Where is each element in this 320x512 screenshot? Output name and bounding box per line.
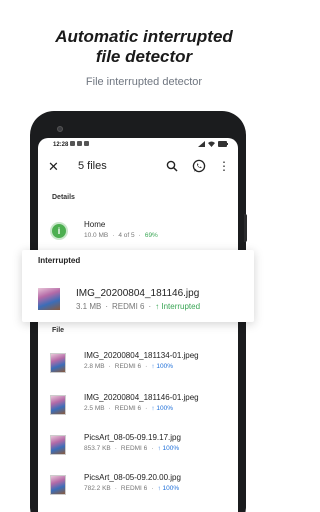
meta-separator: ·: [114, 485, 117, 492]
details-label: Details: [52, 194, 75, 201]
file-size: 853.7 KB: [84, 445, 111, 452]
file-name: PicsArt_08-05-09.19.17.jpg: [84, 433, 181, 442]
home-row[interactable]: i Home 10.0 MB · 4 of 5 · 69%: [50, 220, 230, 244]
file-thumbnail: [50, 395, 66, 415]
battery-icon: [218, 141, 228, 147]
phone-screen: 12:28 ✕ 5 files ⋮ Details i Home 10.0 MB…: [38, 138, 238, 512]
hero-subtitle: File interrupted detector: [85, 76, 203, 88]
file-row[interactable]: IMG_20200804_181134-01.jpeg 2.8 MB · RED…: [50, 351, 230, 375]
app-bar: ✕ 5 files ⋮: [38, 154, 238, 180]
status-bar: 12:28: [38, 138, 238, 152]
status-time: 12:28: [53, 142, 69, 148]
file-section-label: File: [52, 327, 65, 334]
file-status: ↑ 100%: [157, 445, 180, 452]
file-thumbnail: [50, 435, 66, 455]
hero-title-line1: Automatic interrupted: [55, 27, 233, 46]
file-device: REDMI 6: [120, 445, 148, 452]
file-device: REDMI 6: [120, 485, 148, 492]
file-status: ↑ 100%: [151, 363, 173, 370]
interrupted-file-thumbnail: [38, 288, 60, 310]
meta-separator: ·: [108, 363, 111, 370]
app-bar-title: 5 files: [78, 160, 107, 172]
file-name: IMG_20200804_181134-01.jpeg: [84, 351, 199, 360]
interrupted-card[interactable]: Interrupted IMG_20200804_181146.jpg 3.1 …: [22, 250, 254, 322]
hero-title-line2: file detector: [95, 47, 193, 66]
file-device: REDMI 6: [114, 363, 142, 370]
meta-separator: ·: [148, 302, 152, 311]
notification-icons: [70, 141, 89, 146]
whatsapp-icon[interactable]: [192, 159, 206, 173]
file-row[interactable]: PicsArt_08-05-09.19.17.jpg 853.7 KB · RE…: [50, 433, 230, 457]
meta-separator: ·: [108, 405, 111, 412]
camera-icon: [57, 126, 63, 132]
file-name: IMG_20200804_181146-01.jpeg: [84, 393, 199, 402]
file-status: ↑ 100%: [157, 485, 180, 492]
meta-separator: ·: [112, 232, 115, 239]
home-percent: 69%: [144, 232, 158, 239]
meta-separator: ·: [114, 445, 117, 452]
interrupted-file-status: ↑ Interrupted: [155, 302, 201, 311]
info-icon: i: [50, 222, 68, 240]
more-vert-icon[interactable]: ⋮: [218, 159, 230, 173]
home-name: Home: [84, 220, 106, 229]
meta-separator: ·: [151, 485, 154, 492]
meta-separator: ·: [145, 363, 148, 370]
file-row[interactable]: PicsArt_08-05-09.20.00.jpg 782.2 KB · RE…: [50, 473, 230, 497]
interrupted-file-device: REDMI 6: [112, 302, 145, 311]
interrupted-label: Interrupted: [38, 256, 81, 265]
phone-side-button: [244, 214, 247, 242]
system-icons: [198, 141, 228, 147]
wifi-icon: [208, 141, 215, 147]
meta-separator: ·: [145, 405, 148, 412]
file-row[interactable]: IMG_20200804_181146-01.jpeg 2.5 MB · RED…: [50, 393, 230, 417]
file-thumbnail: [50, 475, 66, 495]
meta-separator: ·: [138, 232, 141, 239]
file-thumbnail: [50, 353, 66, 373]
interrupted-file-size: 3.1 MB: [76, 302, 102, 311]
search-icon[interactable]: [166, 160, 178, 172]
home-progress: 4 of 5: [118, 232, 135, 239]
file-device: REDMI 6: [114, 405, 142, 412]
file-size: 782.2 KB: [84, 485, 111, 492]
close-icon[interactable]: ✕: [48, 159, 59, 175]
file-size: 2.8 MB: [84, 363, 105, 370]
meta-separator: ·: [151, 445, 154, 452]
interrupted-file-name: IMG_20200804_181146.jpg: [76, 288, 200, 299]
hero-title: Automatic interrupted file detector: [0, 27, 288, 67]
file-name: PicsArt_08-05-09.20.00.jpg: [84, 473, 181, 482]
file-status: ↑ 100%: [151, 405, 173, 412]
home-size: 10.0 MB: [84, 232, 109, 239]
signal-icon: [198, 141, 205, 147]
meta-separator: ·: [105, 302, 109, 311]
file-size: 2.5 MB: [84, 405, 105, 412]
